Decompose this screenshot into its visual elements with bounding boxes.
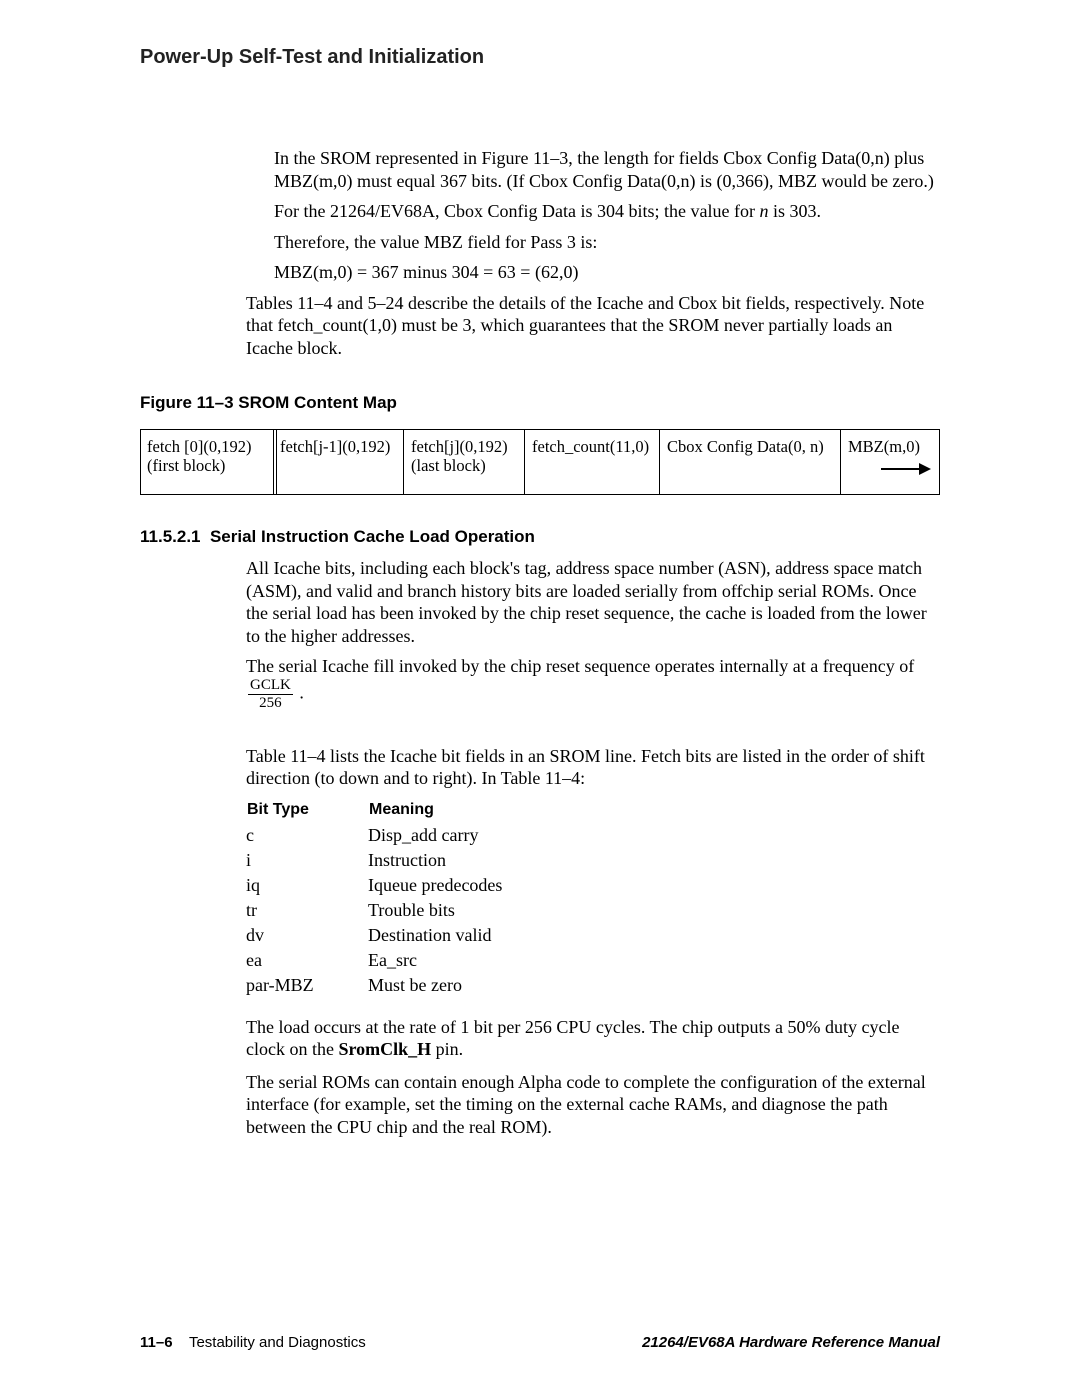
subsection-number: 11.5.2.1	[140, 527, 201, 546]
fraction-den: 256	[248, 695, 293, 711]
table-header-row: Bit Type Meaning	[246, 800, 502, 823]
bit-type: par-MBZ	[246, 973, 368, 998]
cell-bottom: (first block)	[147, 457, 267, 476]
arrow-right-icon	[881, 464, 931, 474]
fraction-num: GCLK	[248, 678, 293, 695]
separator-icon	[403, 430, 404, 494]
bit-meaning: Instruction	[368, 848, 502, 873]
sub-p3: Table 11–4 lists the Icache bit fields i…	[246, 745, 940, 790]
footer-left: 11–6 Testability and Diagnostics	[140, 1334, 366, 1351]
bit-meaning: Iqueue predecodes	[368, 873, 502, 898]
bit-type: dv	[246, 923, 368, 948]
cell-top: fetch[j](0,192)	[411, 438, 519, 457]
table-row: par-MBZMust be zero	[246, 973, 502, 998]
tables-note: Tables 11–4 and 5–24 describe the detail…	[246, 292, 940, 360]
table-row: cDisp_add carry	[246, 823, 502, 848]
intro-p2: For the 21264/EV68A, Cbox Config Data is…	[274, 200, 940, 223]
bit-meaning: Ea_src	[368, 948, 502, 973]
cell-bottom: (last block)	[411, 457, 519, 476]
separator-icon	[840, 430, 841, 494]
bit-type: i	[246, 848, 368, 873]
page-footer: 11–6 Testability and Diagnostics 21264/E…	[140, 1334, 940, 1351]
sub-p1: All Icache bits, including each block's …	[246, 557, 940, 647]
running-head: Power-Up Self-Test and Initialization	[140, 46, 940, 69]
fraction-icon: GCLK 256	[248, 678, 293, 711]
bit-type: tr	[246, 898, 368, 923]
srom-cell-cbox: Cbox Config Data(0, n)	[661, 430, 842, 494]
col-header-bit-type: Bit Type	[246, 800, 368, 823]
table-row: trTrouble bits	[246, 898, 502, 923]
text: .	[295, 682, 304, 702]
srom-cell-fetchj1: fetch[j-1](0,192)	[274, 430, 405, 494]
cell-top: MBZ(m,0)	[848, 438, 932, 457]
bit-meaning: Trouble bits	[368, 898, 502, 923]
intro-block: In the SROM represented in Figure 11–3, …	[274, 147, 940, 284]
col-header-meaning: Meaning	[368, 800, 502, 823]
pin-name: SromClk_H	[338, 1039, 431, 1059]
text: is 303.	[768, 201, 821, 221]
footer-section: Testability and Diagnostics	[189, 1334, 366, 1351]
bit-meaning: Disp_add carry	[368, 823, 502, 848]
page: Power-Up Self-Test and Initialization In…	[0, 0, 1080, 1397]
bit-type: iq	[246, 873, 368, 898]
bit-meaning: Destination valid	[368, 923, 502, 948]
srom-content-map: fetch [0](0,192) (first block) fetch[j-1…	[140, 429, 940, 495]
intro-p3: Therefore, the value MBZ field for Pass …	[274, 231, 940, 254]
srom-cell-fetch0: fetch [0](0,192) (first block)	[141, 430, 274, 494]
cell-top: fetch[j-1](0,192)	[280, 438, 398, 457]
subsection-heading: Serial Instruction Cache Load Operation	[210, 527, 535, 546]
page-number: 11–6	[140, 1334, 173, 1351]
srom-cell-fetchj: fetch[j](0,192) (last block)	[405, 430, 526, 494]
tail-p1: The load occurs at the rate of 1 bit per…	[246, 1016, 940, 1061]
intro-p1: In the SROM represented in Figure 11–3, …	[274, 147, 940, 192]
bit-meaning: Must be zero	[368, 973, 502, 998]
text: pin.	[431, 1039, 463, 1059]
bit-type: ea	[246, 948, 368, 973]
cell-top: Cbox Config Data(0, n)	[667, 438, 835, 457]
cell-top: fetch [0](0,192)	[147, 438, 267, 457]
table-row: dvDestination valid	[246, 923, 502, 948]
table-row: eaEa_src	[246, 948, 502, 973]
footer-doc-title: 21264/EV68A Hardware Reference Manual	[642, 1334, 940, 1351]
figure-title: Figure 11–3 SROM Content Map	[140, 393, 940, 413]
tail-p2: The serial ROMs can contain enough Alpha…	[246, 1071, 940, 1139]
bit-type-table: Bit Type Meaning cDisp_add carry iInstru…	[246, 800, 502, 998]
intro-p4: MBZ(m,0) = 367 minus 304 = 63 = (62,0)	[274, 261, 940, 284]
text: The serial Icache fill invoked by the ch…	[246, 656, 914, 676]
subsection-title: 11.5.2.1 Serial Instruction Cache Load O…	[140, 527, 940, 547]
bit-type: c	[246, 823, 368, 848]
sub-p2: The serial Icache fill invoked by the ch…	[246, 655, 940, 711]
table-row: iInstruction	[246, 848, 502, 873]
srom-cell-mbz: MBZ(m,0)	[842, 430, 939, 494]
cell-top: fetch_count(11,0)	[532, 438, 654, 457]
text: Tables 11–4 and 5–24 describe the detail…	[246, 292, 940, 360]
text: For the 21264/EV68A, Cbox Config Data is…	[274, 201, 759, 221]
separator-icon	[659, 430, 660, 494]
table-row: iqIqueue predecodes	[246, 873, 502, 898]
separator-icon	[524, 430, 525, 494]
srom-cell-fetchcount: fetch_count(11,0)	[526, 430, 661, 494]
subsection-body: All Icache bits, including each block's …	[246, 557, 940, 1138]
